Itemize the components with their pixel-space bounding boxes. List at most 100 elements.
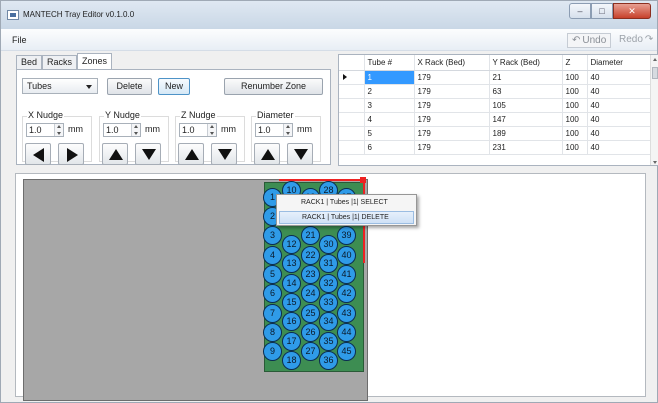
tube[interactable]: 35 xyxy=(319,332,338,351)
tube[interactable]: 4 xyxy=(263,246,282,265)
row-selector[interactable] xyxy=(339,98,365,113)
z-down-button[interactable] xyxy=(211,143,237,165)
table-cell[interactable]: 100 xyxy=(562,140,588,155)
tube[interactable]: 16 xyxy=(282,312,301,331)
tube[interactable]: 32 xyxy=(319,274,338,293)
tab-bed[interactable]: Bed xyxy=(16,55,43,69)
tube[interactable]: 15 xyxy=(282,293,301,312)
tube[interactable]: 39 xyxy=(337,226,356,245)
tube[interactable]: 25 xyxy=(301,304,320,323)
spinner-icon[interactable] xyxy=(54,124,63,136)
spinner-icon[interactable] xyxy=(131,124,140,136)
z-nudge-input[interactable]: 1.0 xyxy=(179,123,217,137)
tube[interactable]: 43 xyxy=(337,304,356,323)
table-cell[interactable]: 63 xyxy=(489,84,563,99)
tube[interactable]: 13 xyxy=(282,254,301,273)
column-header[interactable]: Z xyxy=(562,55,588,71)
scroll-down-icon[interactable] xyxy=(653,161,657,164)
column-header[interactable]: Y Rack (Bed) xyxy=(489,55,563,71)
table-cell[interactable]: 40 xyxy=(587,112,652,127)
table-cell[interactable]: 1 xyxy=(364,70,415,85)
table-cell[interactable]: 40 xyxy=(587,126,652,141)
table-cell[interactable]: 189 xyxy=(489,126,563,141)
table-cell[interactable]: 179 xyxy=(414,84,490,99)
minimize-button[interactable]: – xyxy=(569,3,591,19)
tube[interactable]: 44 xyxy=(337,323,356,342)
table-row[interactable]: 5 179 189 100 40 xyxy=(339,126,652,141)
diameter-down-button[interactable] xyxy=(287,143,313,165)
tab-racks[interactable]: Racks xyxy=(42,55,78,69)
table-row[interactable]: 1 179 21 100 40 xyxy=(339,70,652,85)
table-cell[interactable]: 21 xyxy=(489,70,563,85)
tube[interactable]: 9 xyxy=(263,342,282,361)
column-header[interactable]: X Rack (Bed) xyxy=(414,55,490,71)
tube[interactable]: 3 xyxy=(263,226,282,245)
table-row[interactable]: 3 179 105 100 40 xyxy=(339,98,652,113)
tube[interactable]: 23 xyxy=(301,265,320,284)
tube[interactable]: 27 xyxy=(301,342,320,361)
column-header[interactable]: Diameter xyxy=(587,55,652,71)
row-selector[interactable] xyxy=(339,140,365,155)
table-row[interactable]: 4 179 147 100 40 xyxy=(339,112,652,127)
table-cell[interactable]: 40 xyxy=(587,84,652,99)
y-nudge-input[interactable]: 1.0 xyxy=(103,123,141,137)
scroll-up-icon[interactable] xyxy=(653,58,657,61)
diameter-up-button[interactable] xyxy=(254,143,280,165)
table-row[interactable]: 2 179 63 100 40 xyxy=(339,84,652,99)
row-selector[interactable] xyxy=(339,70,365,85)
tube[interactable]: 26 xyxy=(301,323,320,342)
tube[interactable]: 36 xyxy=(319,351,338,370)
tube[interactable]: 22 xyxy=(301,246,320,265)
zone-select[interactable]: Tubes xyxy=(22,78,98,94)
table-cell[interactable]: 100 xyxy=(562,70,588,85)
tube[interactable]: 17 xyxy=(282,332,301,351)
table-cell[interactable]: 179 xyxy=(414,98,490,113)
tube[interactable]: 42 xyxy=(337,284,356,303)
z-up-button[interactable] xyxy=(178,143,204,165)
context-item-select[interactable]: RACK1 | Tubes |1| SELECT xyxy=(279,197,414,210)
context-item-delete[interactable]: RACK1 | Tubes |1| DELETE xyxy=(279,211,414,224)
row-selector[interactable] xyxy=(339,84,365,99)
table-cell[interactable]: 40 xyxy=(587,140,652,155)
tube[interactable]: 14 xyxy=(282,274,301,293)
row-selector[interactable] xyxy=(339,126,365,141)
undo-button[interactable]: ↶ Undo xyxy=(567,33,612,48)
tube[interactable]: 12 xyxy=(282,235,301,254)
row-selector[interactable] xyxy=(339,112,365,127)
table-cell[interactable]: 105 xyxy=(489,98,563,113)
nudge-right-button[interactable] xyxy=(58,143,84,165)
tube[interactable]: 6 xyxy=(263,284,282,303)
diameter-input[interactable]: 1.0 xyxy=(255,123,293,137)
tube[interactable]: 34 xyxy=(319,312,338,331)
tube[interactable]: 40 xyxy=(337,246,356,265)
table-cell[interactable]: 100 xyxy=(562,84,588,99)
nudge-left-button[interactable] xyxy=(25,143,51,165)
table-cell[interactable]: 147 xyxy=(489,112,563,127)
table-cell[interactable]: 179 xyxy=(414,112,490,127)
table-cell[interactable]: 6 xyxy=(364,140,415,155)
column-header[interactable]: Tube # xyxy=(364,55,415,71)
tube[interactable]: 30 xyxy=(319,235,338,254)
spinner-icon[interactable] xyxy=(207,124,216,136)
nudge-up-button[interactable] xyxy=(102,143,128,165)
table-cell[interactable]: 179 xyxy=(414,70,490,85)
x-nudge-input[interactable]: 1.0 xyxy=(26,123,64,137)
renumber-zone-button[interactable]: Renumber Zone xyxy=(224,78,323,95)
new-zone-button[interactable]: New xyxy=(158,78,190,95)
tube[interactable]: 18 xyxy=(282,351,301,370)
table-cell[interactable]: 40 xyxy=(587,70,652,85)
tube[interactable]: 21 xyxy=(301,226,320,245)
table-cell[interactable]: 2 xyxy=(364,84,415,99)
tab-zones[interactable]: Zones xyxy=(77,53,113,69)
table-row[interactable]: 6 179 231 100 40 xyxy=(339,140,652,155)
tube-table[interactable]: Tube # X Rack (Bed) Y Rack (Bed) Z Diame… xyxy=(338,54,658,166)
delete-zone-button[interactable]: Delete xyxy=(107,78,152,95)
table-scrollbar[interactable] xyxy=(650,55,658,165)
maximize-button[interactable]: □ xyxy=(591,3,613,19)
tube[interactable]: 7 xyxy=(263,304,282,323)
table-cell[interactable]: 4 xyxy=(364,112,415,127)
table-cell[interactable]: 5 xyxy=(364,126,415,141)
close-button[interactable]: ✕ xyxy=(613,3,651,19)
tube[interactable]: 31 xyxy=(319,254,338,273)
table-cell[interactable]: 100 xyxy=(562,112,588,127)
